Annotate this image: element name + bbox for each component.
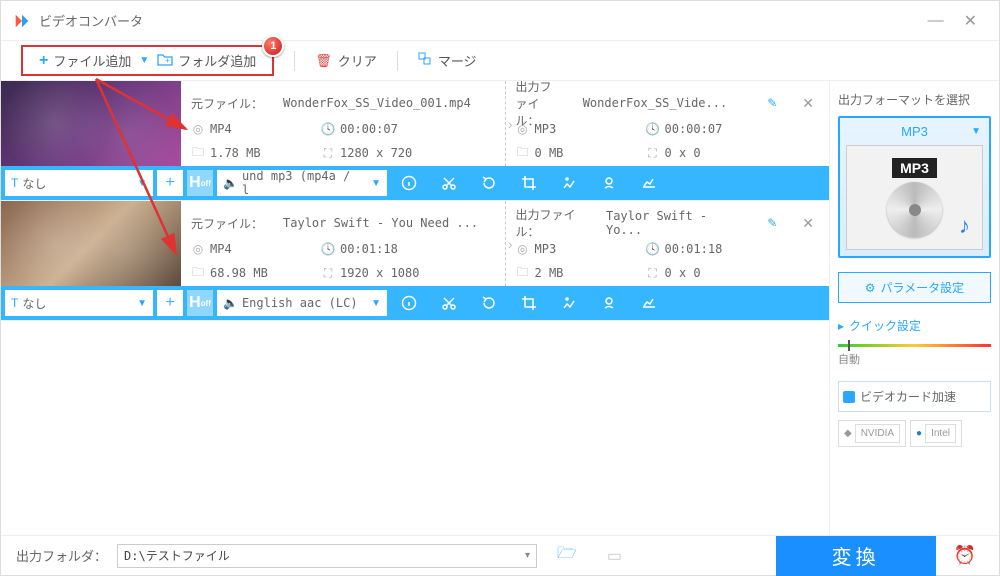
edit-icon[interactable]: ✎ bbox=[767, 96, 777, 110]
arrow-right-icon: › bbox=[508, 236, 513, 252]
convert-button[interactable]: 変換 bbox=[776, 536, 936, 576]
info-icon[interactable] bbox=[391, 175, 427, 191]
folder-icon: 🗀 bbox=[516, 146, 530, 160]
edit-icon[interactable]: ✎ bbox=[767, 216, 777, 230]
hardcode-toggle[interactable]: Hoff bbox=[187, 290, 213, 316]
filter-icon[interactable] bbox=[631, 175, 667, 191]
subtitle-select[interactable]: Tなし▼ bbox=[5, 290, 153, 316]
audio-track-select[interactable]: 🔈und mp3 (mp4a / l▼ bbox=[217, 170, 387, 196]
clock-icon: 🕓 bbox=[646, 122, 660, 136]
add-file-dropdown[interactable]: ▼ bbox=[139, 55, 149, 66]
effects-icon[interactable] bbox=[551, 295, 587, 311]
crop-icon[interactable] bbox=[511, 175, 547, 191]
minimize-button[interactable]: — bbox=[918, 12, 954, 30]
quick-settings-label: ▸クイック設定 bbox=[838, 317, 991, 334]
disc-icon: ◎ bbox=[516, 122, 530, 136]
thumbnail[interactable] bbox=[1, 201, 181, 286]
merge-button[interactable]: マージ bbox=[418, 51, 477, 70]
plus-icon: + bbox=[39, 52, 48, 70]
remove-item-button[interactable]: ✕ bbox=[797, 95, 819, 112]
watermark-icon[interactable] bbox=[591, 175, 627, 191]
music-note-icon: ♪ bbox=[959, 213, 970, 239]
add-folder-button[interactable]: +フォルダ追加 bbox=[149, 51, 264, 70]
output-path-input[interactable]: D:\テストファイル▾ bbox=[117, 544, 537, 568]
browse-folder-button[interactable]: 🗁 bbox=[547, 542, 587, 569]
chip-icon bbox=[843, 391, 855, 403]
quality-slider[interactable] bbox=[838, 344, 991, 347]
file-item: 元ファイル：Taylor Swift - You Need ... ◎MP4 🕓… bbox=[1, 201, 829, 321]
app-logo-icon bbox=[13, 12, 31, 30]
add-subtitle-button[interactable]: + bbox=[157, 290, 183, 316]
rotate-icon[interactable] bbox=[471, 175, 507, 191]
info-icon[interactable] bbox=[391, 295, 427, 311]
rotate-icon[interactable] bbox=[471, 295, 507, 311]
open-output-button[interactable]: ▭ bbox=[597, 546, 632, 566]
chevron-down-icon: ▼ bbox=[971, 126, 981, 137]
clear-button[interactable]: 🗑クリア bbox=[315, 51, 377, 70]
crop-icon[interactable] bbox=[511, 295, 547, 311]
thumbnail[interactable] bbox=[1, 81, 181, 166]
param-settings-button[interactable]: ⚙パラメータ設定 bbox=[838, 272, 991, 303]
clock-icon: 🕓 bbox=[646, 242, 660, 256]
output-folder-label: 出力フォルダ： bbox=[16, 546, 107, 565]
output-format-title: 出力フォーマットを選択 bbox=[838, 91, 991, 108]
remove-item-button[interactable]: ✕ bbox=[797, 215, 819, 232]
svg-text:+: + bbox=[165, 56, 170, 65]
sliders-icon: ⚙ bbox=[865, 281, 876, 295]
hardcode-toggle[interactable]: Hoff bbox=[187, 170, 213, 196]
resolution-icon: ⛶ bbox=[321, 146, 335, 160]
clock-icon: 🕓 bbox=[321, 122, 335, 136]
arrow-right-icon: › bbox=[508, 116, 513, 132]
folder-icon: 🗀 bbox=[191, 266, 205, 280]
subtitle-select[interactable]: Tなし▼ bbox=[5, 170, 153, 196]
window-title: ビデオコンバータ bbox=[39, 11, 918, 30]
schedule-button[interactable]: ⏰ bbox=[946, 545, 984, 566]
disc-icon: ◎ bbox=[516, 242, 530, 256]
folder-plus-icon: + bbox=[157, 52, 173, 69]
file-item: 元ファイル：WonderFox_SS_Video_001.mp4 ◎MP4 🕓0… bbox=[1, 81, 829, 201]
folder-icon: 🗀 bbox=[516, 266, 530, 280]
resolution-icon: ⛶ bbox=[646, 266, 660, 280]
watermark-icon[interactable] bbox=[591, 295, 627, 311]
close-button[interactable]: ✕ bbox=[954, 11, 987, 31]
trash-icon: 🗑 bbox=[315, 53, 332, 69]
resolution-icon: ⛶ bbox=[321, 266, 335, 280]
add-buttons-group: +ファイル追加 ▼ +フォルダ追加 1 bbox=[21, 45, 274, 76]
filter-icon[interactable] bbox=[631, 295, 667, 311]
gpu-accel-toggle[interactable]: ビデオカード加速 bbox=[838, 381, 991, 412]
add-file-button[interactable]: +ファイル追加 bbox=[31, 51, 139, 70]
disc-icon: ◎ bbox=[191, 122, 205, 136]
resolution-icon: ⛶ bbox=[646, 146, 660, 160]
nvidia-badge: ◆NVIDIA bbox=[838, 420, 906, 447]
audio-track-select[interactable]: 🔈English aac (LC)▼ bbox=[217, 290, 387, 316]
merge-icon bbox=[418, 52, 432, 69]
disc-icon: ◎ bbox=[191, 242, 205, 256]
cut-icon[interactable] bbox=[431, 295, 467, 311]
step-badge: 1 bbox=[262, 35, 284, 57]
format-preview: MP3 ♪ bbox=[846, 145, 983, 250]
output-format-button[interactable]: MP3▼ MP3 ♪ bbox=[838, 116, 991, 258]
folder-icon: 🗀 bbox=[191, 146, 205, 160]
clock-icon: 🕓 bbox=[321, 242, 335, 256]
add-subtitle-button[interactable]: + bbox=[157, 170, 183, 196]
intel-badge: ●Intel bbox=[910, 420, 962, 447]
cut-icon[interactable] bbox=[431, 175, 467, 191]
effects-icon[interactable] bbox=[551, 175, 587, 191]
